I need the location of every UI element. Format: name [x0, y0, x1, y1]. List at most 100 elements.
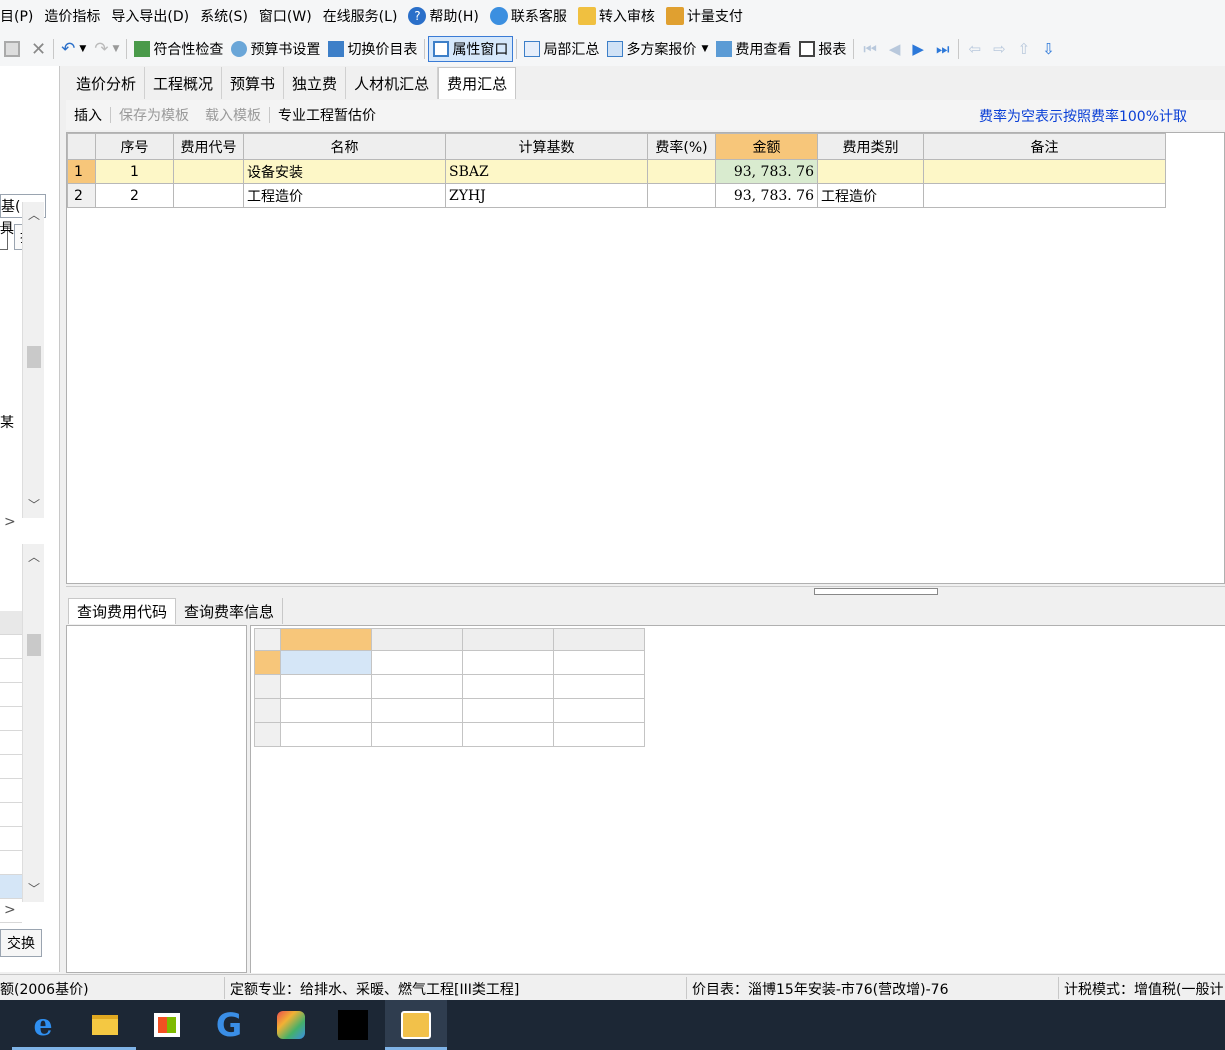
next-record-button[interactable]: ▶	[906, 40, 930, 58]
column-header[interactable]: 费率(%)	[647, 133, 716, 160]
category-cell[interactable]: 工程造价	[817, 183, 924, 208]
scroll-right-icon[interactable]: >	[4, 514, 16, 530]
menu-item-measure-payment[interactable]: 计量支付	[661, 0, 749, 32]
taskbar-app-grid[interactable]	[260, 1000, 322, 1050]
menu-item-contact-support[interactable]: 联系客服	[485, 0, 573, 32]
column-header[interactable]: 金额	[715, 133, 818, 160]
rate-cell[interactable]	[647, 159, 716, 184]
category-cell[interactable]	[817, 159, 924, 184]
table-cell[interactable]	[553, 722, 645, 747]
table-row[interactable]	[254, 722, 645, 747]
tab-independent-fee[interactable]: 独立费	[284, 67, 347, 99]
list-item[interactable]	[0, 635, 22, 659]
table-cell[interactable]	[371, 674, 463, 699]
tab-labor-material-summary[interactable]: 人材机汇总	[346, 67, 439, 99]
row-header[interactable]	[254, 650, 281, 675]
property-window-button[interactable]: 属性窗口	[428, 36, 514, 62]
table-cell[interactable]	[371, 722, 463, 747]
row-header[interactable]	[254, 698, 281, 723]
code-cell[interactable]	[173, 159, 244, 184]
splitter[interactable]	[66, 586, 1225, 596]
insert-button[interactable]: 插入	[66, 105, 110, 125]
row-header[interactable]	[254, 674, 281, 699]
compliance-check-button[interactable]: 符合性检查	[130, 36, 227, 62]
menu-item-online-service[interactable]: 在线服务(L)	[318, 0, 404, 32]
column-header[interactable]	[371, 628, 463, 651]
fee-view-button[interactable]: 费用查看	[712, 36, 795, 62]
base-cell[interactable]: ZYHJ	[445, 183, 648, 208]
column-header[interactable]	[553, 628, 645, 651]
tab-query-fee-code[interactable]: 查询费用代码	[68, 598, 177, 624]
corner-cell[interactable]	[254, 628, 281, 651]
switch-price-list-button[interactable]: 切换价目表	[324, 36, 421, 62]
list-scrollbar[interactable]: ︿ ﹀	[22, 544, 44, 902]
row-number[interactable]: 1	[67, 159, 96, 184]
taskbar-browser[interactable]: G	[198, 1000, 260, 1050]
column-header[interactable]: 备注	[923, 133, 1166, 160]
taskbar-store[interactable]	[136, 1000, 198, 1050]
column-header[interactable]: 计算基数	[445, 133, 648, 160]
scroll-down-icon[interactable]: ﹀	[23, 496, 45, 513]
list-item[interactable]	[0, 611, 22, 635]
taskbar-pricing-app[interactable]	[385, 1000, 447, 1050]
scroll-right-icon[interactable]: >	[4, 902, 16, 918]
list-item[interactable]	[0, 803, 22, 827]
list-item[interactable]	[0, 827, 22, 851]
scroll-up-icon[interactable]: ︿	[23, 206, 45, 223]
code-cell[interactable]	[173, 183, 244, 208]
list-item[interactable]	[0, 731, 22, 755]
table-cell[interactable]	[371, 650, 463, 675]
list-item[interactable]	[0, 851, 22, 875]
move-left-button[interactable]: ⇦	[962, 40, 987, 58]
scroll-down-icon[interactable]: ﹀	[23, 880, 45, 897]
row-number[interactable]: 2	[67, 183, 96, 208]
seq-cell[interactable]: 1	[95, 159, 174, 184]
tab-query-rate-info[interactable]: 查询费率信息	[176, 598, 284, 624]
move-down-button[interactable]: ⇩	[1036, 40, 1061, 58]
list-item[interactable]	[0, 779, 22, 803]
load-template-button[interactable]: 载入模板	[197, 105, 269, 125]
name-cell[interactable]: 设备安装	[243, 159, 446, 184]
list-item[interactable]	[0, 707, 22, 731]
menu-item-import-export[interactable]: 导入导出(D)	[106, 0, 195, 32]
tab-project-overview[interactable]: 工程概况	[145, 67, 223, 99]
scroll-up-icon[interactable]: ︿	[23, 548, 45, 565]
row-header[interactable]	[254, 722, 281, 747]
list-item[interactable]	[0, 875, 22, 899]
column-header[interactable]: 序号	[95, 133, 174, 160]
table-cell[interactable]	[553, 674, 645, 699]
column-header[interactable]: 名称	[243, 133, 446, 160]
table-cell[interactable]	[462, 698, 554, 723]
column-header[interactable]: 费用类别	[817, 133, 924, 160]
table-row[interactable]	[254, 674, 645, 699]
seq-cell[interactable]: 2	[95, 183, 174, 208]
corner-cell[interactable]	[67, 133, 96, 160]
table-cell[interactable]	[371, 698, 463, 723]
column-header[interactable]	[462, 628, 554, 651]
column-header[interactable]: 费用代号	[173, 133, 244, 160]
table-row[interactable]	[254, 650, 645, 675]
delete-button[interactable]: ✕	[27, 36, 50, 62]
table-cell[interactable]	[280, 698, 372, 723]
column-header[interactable]	[280, 628, 372, 651]
scroll-thumb[interactable]	[27, 634, 41, 656]
table-row[interactable]	[254, 698, 645, 723]
taskbar-file-explorer[interactable]	[74, 1000, 136, 1050]
table-cell[interactable]	[462, 650, 554, 675]
table-cell[interactable]	[462, 722, 554, 747]
provisional-price-button[interactable]: 专业工程暂估价	[270, 105, 384, 125]
table-cell[interactable]	[462, 674, 554, 699]
last-record-button[interactable]: ⏭	[930, 40, 956, 58]
menu-item-project[interactable]: 目(P)	[0, 0, 39, 32]
partial-summary-button[interactable]: 局部汇总	[520, 36, 603, 62]
fee-code-tree[interactable]	[66, 625, 247, 973]
move-right-button[interactable]: ⇨	[987, 40, 1012, 58]
table-cell[interactable]	[553, 698, 645, 723]
taskbar-edge[interactable]: e	[12, 1000, 74, 1050]
tree-scrollbar[interactable]: ︿ ﹀	[22, 202, 44, 518]
report-button[interactable]: 报表	[795, 36, 850, 62]
table-cell[interactable]	[280, 722, 372, 747]
remark-cell[interactable]	[923, 183, 1166, 208]
table-cell[interactable]	[280, 674, 372, 699]
name-cell[interactable]: 工程造价	[243, 183, 446, 208]
